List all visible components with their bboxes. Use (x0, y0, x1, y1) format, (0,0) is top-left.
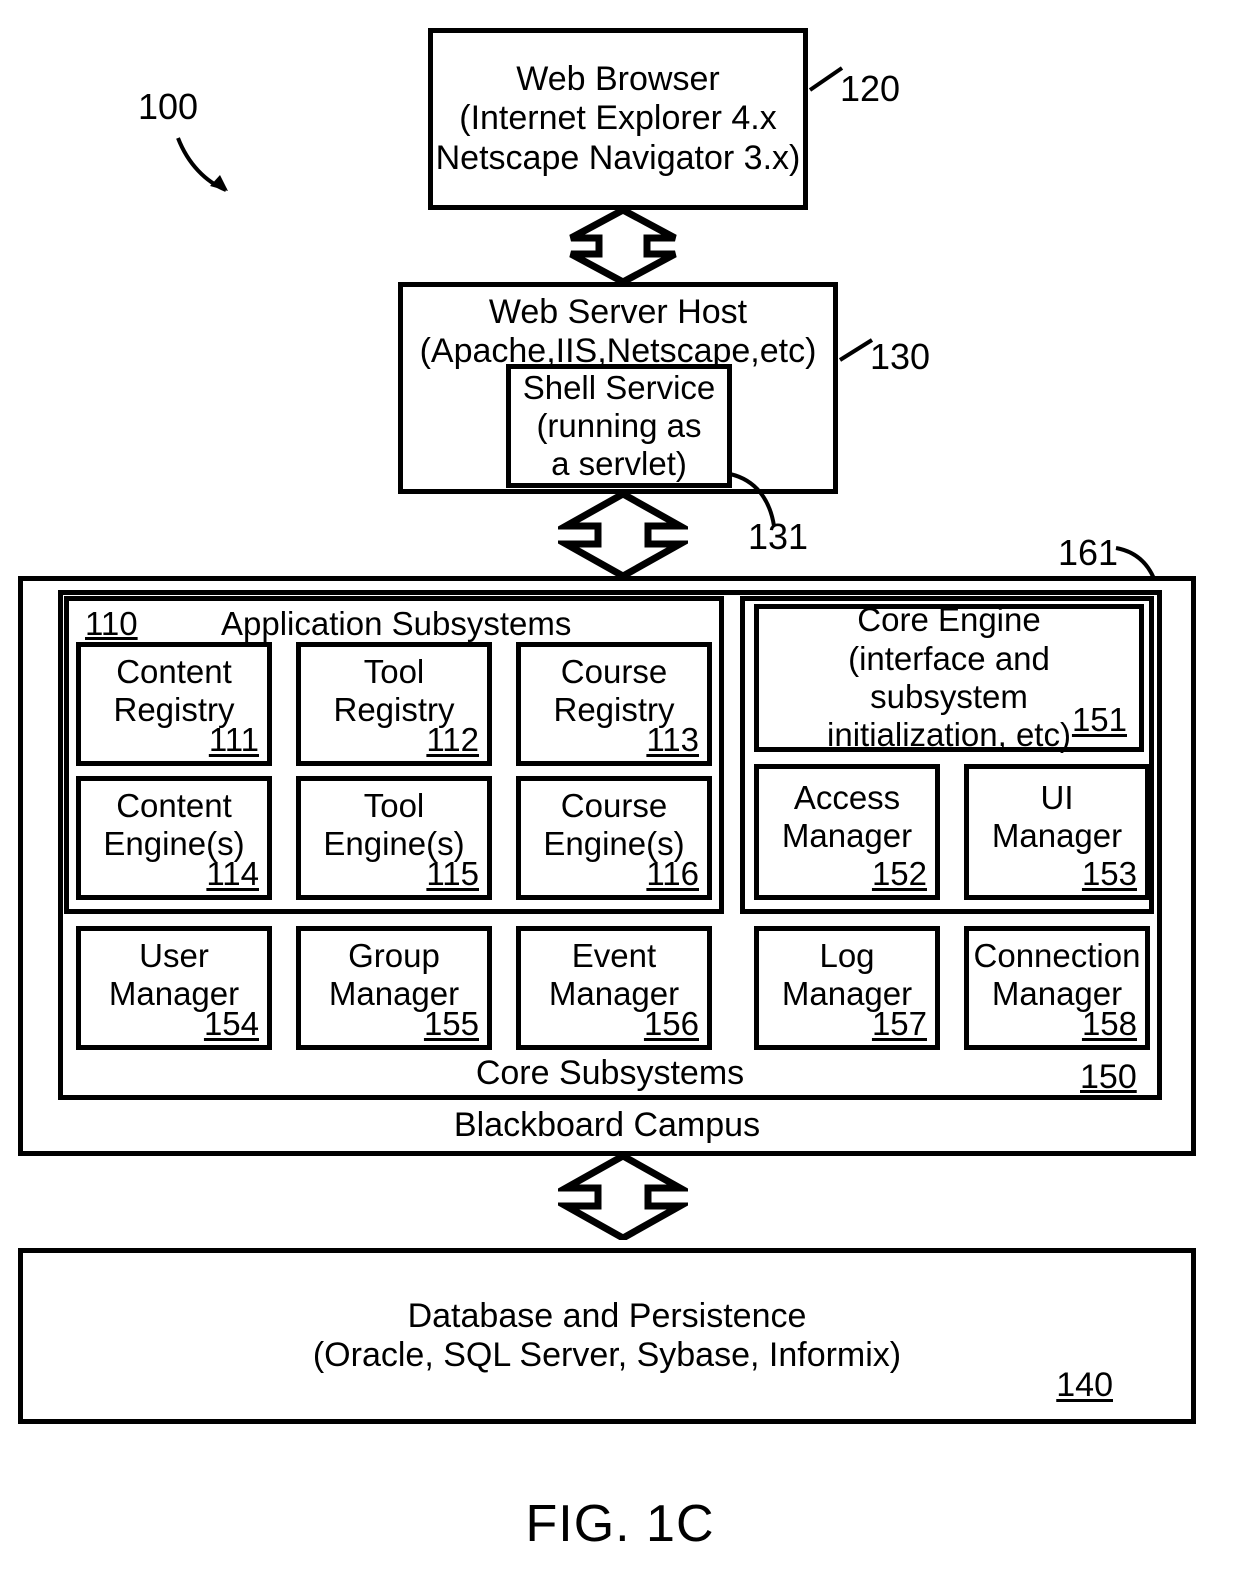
figure-caption: FIG. 1C (525, 1495, 715, 1553)
tool-engines-box: Tool Engine(s) 115 (296, 776, 492, 900)
log-manager-box: Log Manager 157 (754, 926, 940, 1050)
reference-150: 150 (1080, 1058, 1137, 1096)
tool-engines-label: Tool Engine(s) (323, 787, 465, 863)
connection-manager-box: Connection Manager 158 (964, 926, 1150, 1050)
course-engines-box: Course Engine(s) 116 (516, 776, 712, 900)
reference-151: 151 (1071, 701, 1127, 738)
reference-161: 161 (1058, 532, 1119, 573)
shell-service-box: Shell Service (running as a servlet) (506, 364, 732, 488)
reference-112: 112 (426, 721, 479, 758)
ui-manager-label: UI Manager (991, 779, 1123, 855)
event-manager-box: Event Manager 156 (516, 926, 712, 1050)
group-manager-label: Group Manager (328, 937, 460, 1013)
leader-line-100 (170, 130, 280, 200)
event-manager-label: Event Manager (548, 937, 680, 1013)
tool-registry-label: Tool Registry (333, 653, 455, 729)
reference-120: 120 (840, 68, 901, 109)
user-manager-label: User Manager (108, 937, 240, 1013)
reference-140: 140 (1056, 1366, 1113, 1404)
core-subsystems-label: Core Subsystems (475, 1053, 745, 1092)
ui-manager-box: UI Manager 153 (964, 764, 1150, 900)
database-persistence-label: Database and Persistence (Oracle, SQL Se… (312, 1296, 902, 1374)
reference-156: 156 (643, 1005, 699, 1042)
user-manager-box: User Manager 154 (76, 926, 272, 1050)
content-registry-label: Content Registry (113, 653, 235, 729)
shell-service-label: Shell Service (running as a servlet) (522, 368, 716, 483)
core-engine-box: Core Engine (interface and subsystem ini… (754, 601, 1144, 753)
reference-154: 154 (203, 1005, 259, 1042)
reference-158: 158 (1081, 1005, 1137, 1042)
content-registry-box: Content Registry 111 (76, 642, 272, 766)
reference-114: 114 (206, 855, 259, 892)
double-arrow-browser-server (563, 208, 683, 284)
tool-registry-box: Tool Registry 112 (296, 642, 492, 766)
reference-111: 111 (208, 721, 259, 758)
web-browser-label: Web Browser (Internet Explorer 4.x Netsc… (435, 59, 801, 177)
reference-157: 157 (871, 1005, 927, 1042)
database-persistence-box: Database and Persistence (Oracle, SQL Se… (18, 1248, 1196, 1424)
application-subsystems-label: Application Subsystems (221, 605, 572, 642)
reference-131: 131 (748, 516, 809, 557)
reference-152: 152 (871, 855, 927, 892)
reference-116: 116 (646, 855, 699, 892)
double-arrow-campus-database (558, 1154, 688, 1240)
reference-155: 155 (423, 1005, 479, 1042)
blackboard-campus-label: Blackboard Campus (453, 1105, 761, 1144)
reference-110: 110 (85, 605, 138, 642)
content-engines-box: Content Engine(s) 114 (76, 776, 272, 900)
web-browser-box: Web Browser (Internet Explorer 4.x Netsc… (428, 28, 808, 210)
reference-130: 130 (870, 336, 931, 377)
reference-153: 153 (1081, 855, 1137, 892)
patent-figure-1c: 100 Web Browser (Internet Explorer 4.x N… (0, 0, 1240, 1581)
connection-manager-label: Connection Manager (973, 937, 1141, 1013)
web-server-host-label: Web Server Host (Apache,IIS,Netscape,etc… (419, 293, 817, 371)
access-manager-box: Access Manager 152 (754, 764, 940, 900)
course-engines-label: Course Engine(s) (543, 787, 685, 863)
system-reference-100: 100 (138, 86, 199, 127)
reference-115: 115 (426, 855, 479, 892)
course-registry-label: Course Registry (553, 653, 675, 729)
course-registry-box: Course Registry 113 (516, 642, 712, 766)
content-engines-label: Content Engine(s) (103, 787, 245, 863)
log-manager-label: Log Manager (781, 937, 913, 1013)
reference-113: 113 (646, 721, 699, 758)
group-manager-box: Group Manager 155 (296, 926, 492, 1050)
double-arrow-server-campus (558, 492, 688, 578)
access-manager-label: Access Manager (781, 779, 913, 855)
